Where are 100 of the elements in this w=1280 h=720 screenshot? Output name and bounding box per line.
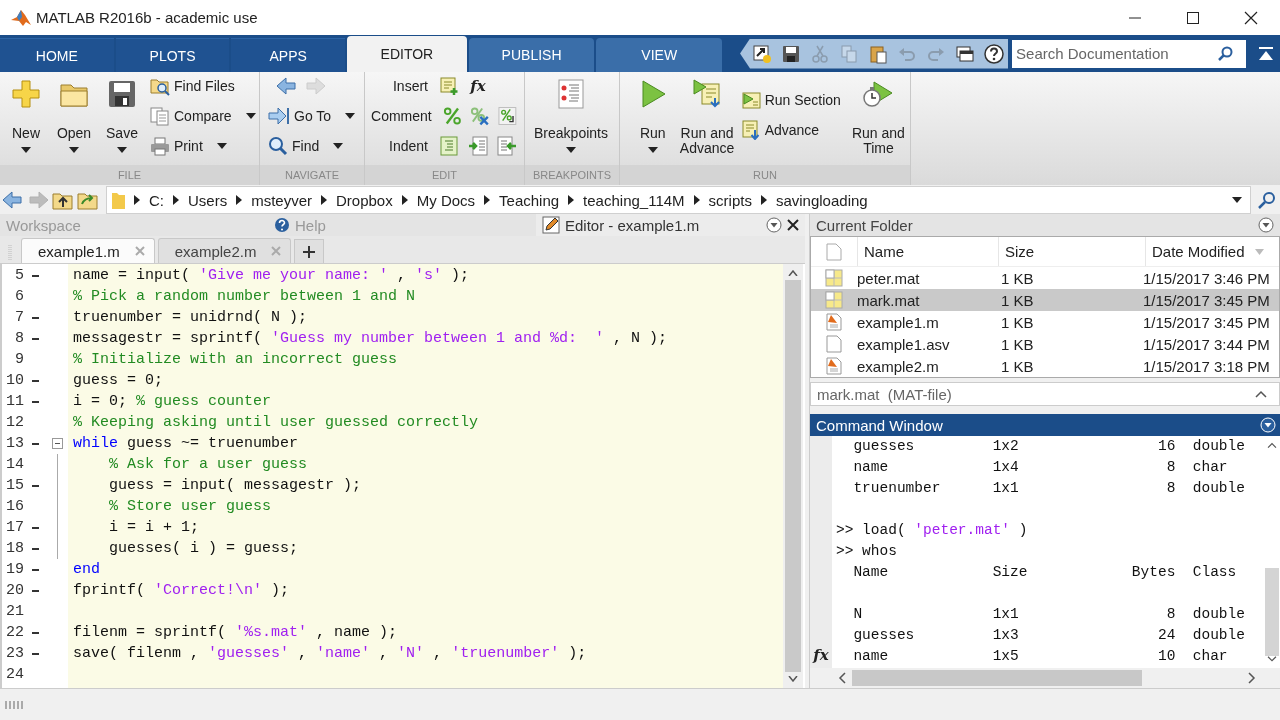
plus-icon[interactable]: [302, 244, 317, 259]
ribbon-button[interactable]: Print: [150, 136, 256, 156]
scroll-thumb[interactable]: [785, 280, 801, 672]
folder-up-icon[interactable]: [52, 190, 74, 210]
panel-actions-icon[interactable]: [766, 217, 782, 233]
percent-icon[interactable]: [442, 106, 462, 126]
percent-wrap-icon[interactable]: [498, 106, 517, 126]
console-line: name 1x4 8 char: [852, 458, 1229, 477]
scroll-thumb[interactable]: [1265, 568, 1279, 656]
group-label: BREAKPOINTS: [525, 165, 619, 185]
close-icon[interactable]: [1244, 10, 1258, 25]
panel-title: Command Window: [816, 416, 943, 434]
scroll-right-icon[interactable]: [1248, 672, 1256, 684]
maximize-icon[interactable]: [1186, 10, 1200, 25]
windows-icon[interactable]: [955, 43, 976, 64]
ribbon-button[interactable]: Run: [628, 76, 678, 165]
ribbon-tab[interactable]: APPS: [231, 38, 346, 72]
line-number: 22: [5, 624, 24, 641]
back-arrow-icon[interactable]: [276, 76, 298, 96]
indent-left-icon[interactable]: [497, 136, 517, 156]
ribbon-button[interactable]: Breakpoints: [527, 76, 615, 165]
help-icon[interactable]: [984, 43, 1005, 64]
paste-icon[interactable]: [868, 43, 889, 64]
path-segment[interactable]: Users: [188, 191, 228, 209]
scroll-down-icon[interactable]: [788, 676, 798, 682]
path-segment[interactable]: msteyver: [251, 191, 312, 209]
file-date: 1/15/2017 3:46 PM: [1142, 268, 1271, 289]
dropdown-icon[interactable]: [1232, 197, 1242, 203]
path-segment[interactable]: teaching_114M: [583, 191, 685, 209]
file-row[interactable]: example1.asv 1 KB 1/15/2017 3:44 PM: [811, 333, 1279, 355]
ribbon-tab[interactable]: PLOTS: [115, 38, 230, 72]
scroll-up-icon[interactable]: [788, 270, 798, 276]
pencil-icon: [542, 216, 560, 234]
code-line: guess = 0;: [73, 372, 163, 389]
ribbon-button[interactable]: Run Section: [740, 90, 841, 110]
tool-label: Indent: [389, 138, 428, 154]
file-name: peter.mat: [857, 268, 921, 289]
document-tab[interactable]: example1.m: [21, 238, 155, 263]
line-number: 24: [5, 666, 24, 683]
sort-icon: [1254, 248, 1264, 255]
file-row[interactable]: example2.m 1 KB 1/15/2017 3:18 PM: [811, 355, 1279, 377]
close-icon[interactable]: [787, 219, 799, 231]
column-header[interactable]: Size: [998, 237, 1145, 266]
search-field[interactable]: Search Documentation: [1012, 39, 1247, 68]
ribbon-button[interactable]: Find: [268, 136, 356, 156]
percent-x-icon[interactable]: [470, 106, 490, 126]
file-size: 1 KB: [1000, 334, 1035, 355]
ribbon-tab[interactable]: EDITOR: [347, 36, 467, 72]
file-row[interactable]: mark.mat 1 KB 1/15/2017 3:45 PM: [811, 289, 1279, 311]
function-button[interactable]: fx: [468, 77, 488, 95]
chevron-up-icon[interactable]: [1255, 390, 1267, 398]
caret-icon: [245, 113, 256, 119]
panel-actions-icon[interactable]: [1258, 217, 1274, 233]
chevron-right-icon: [401, 195, 408, 205]
collapse-icon[interactable]: [1258, 46, 1274, 61]
document-tab[interactable]: example2.m: [157, 238, 292, 263]
path-segment[interactable]: scripts: [708, 191, 752, 209]
window-title: MATLAB R2016b - academic use: [36, 9, 258, 26]
ribbon-button[interactable]: Run and Advance: [677, 76, 737, 165]
ribbon-button[interactable]: Advance: [740, 120, 841, 140]
scroll-thumb[interactable]: [852, 670, 1142, 686]
line-number: 11: [5, 393, 24, 410]
indent-right-icon[interactable]: [468, 136, 488, 156]
collapse-icon[interactable]: [51, 438, 63, 449]
file-row[interactable]: peter.mat 1 KB 1/15/2017 3:46 PM: [811, 267, 1279, 289]
ribbon-tab[interactable]: PUBLISH: [468, 38, 595, 72]
save-icon[interactable]: [781, 43, 802, 64]
path-segment[interactable]: C:: [149, 191, 164, 209]
file-size: 1 KB: [1000, 268, 1035, 289]
code-line: fprintf( 'Correct!\n' );: [73, 582, 290, 599]
path-segment[interactable]: savingloading: [775, 191, 868, 209]
path-segment[interactable]: Dropbox: [336, 191, 393, 209]
path-segment[interactable]: Teaching: [499, 191, 560, 209]
code-line: messagestr = sprintf( 'Guess my number between 1 and %d: ' , N );: [73, 330, 668, 347]
ribbon-button[interactable]: Find Files: [150, 76, 256, 96]
column-header[interactable]: Date Modified: [1145, 237, 1279, 266]
browse-folder-icon[interactable]: [77, 190, 99, 210]
document-plus-icon[interactable]: [439, 76, 459, 96]
scrollbar[interactable]: [783, 264, 803, 688]
column-header[interactable]: Name: [857, 237, 998, 266]
ribbon-button[interactable]: Go To: [268, 106, 356, 126]
ribbon-button[interactable]: Run and Time: [848, 76, 908, 165]
function-browser-button[interactable]: fx: [813, 646, 829, 664]
scroll-down-icon[interactable]: [1266, 655, 1278, 662]
address-field[interactable]: C: Users msteyver Dropbox My Docs Teaching teaching_114M scripts savingloading: [106, 186, 1251, 214]
back-arrow-icon[interactable]: [2, 190, 24, 210]
code-line: % Keeping asking until user guessed correctly: [73, 414, 479, 431]
path-segment[interactable]: My Docs: [416, 191, 476, 209]
ribbon-button[interactable]: Compare: [150, 106, 256, 126]
ribbon-tab[interactable]: HOME: [0, 38, 114, 72]
file-row[interactable]: example1.m 1 KB 1/15/2017 3:45 PM: [811, 311, 1279, 333]
shortcut-icon[interactable]: [752, 43, 773, 64]
search-icon[interactable]: [1258, 191, 1276, 209]
code-line: end: [73, 561, 100, 578]
scroll-left-icon[interactable]: [838, 672, 846, 684]
ribbon-button[interactable]: New: [2, 76, 50, 165]
ribbon-tab[interactable]: VIEW: [596, 38, 723, 72]
ribbon-button[interactable]: Open: [50, 76, 98, 165]
ribbon-button[interactable]: Save: [98, 76, 146, 165]
scroll-up-icon[interactable]: [1266, 442, 1278, 449]
